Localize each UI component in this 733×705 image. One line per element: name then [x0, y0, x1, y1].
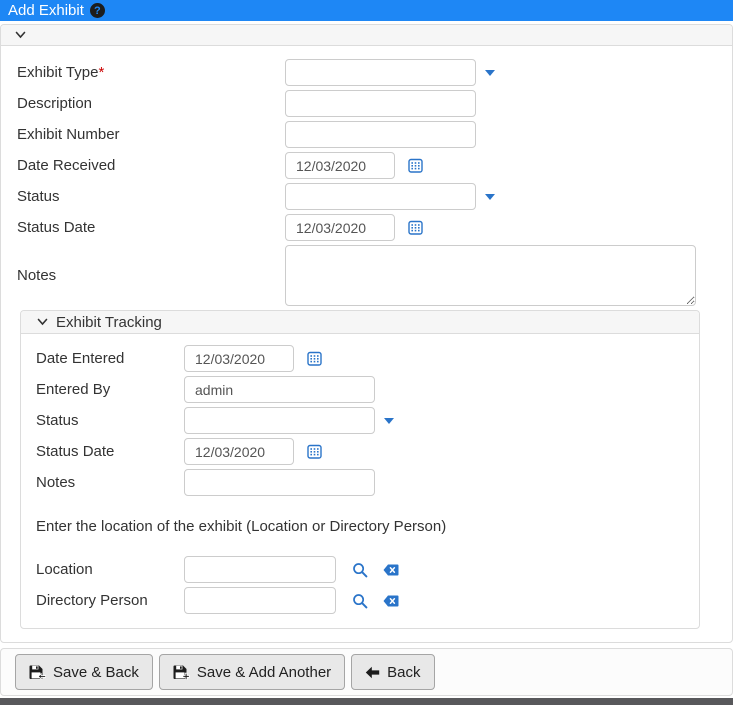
- tracking-status-row: Status: [36, 407, 699, 434]
- entered-by-row: Entered By: [36, 376, 699, 403]
- tracking-notes-input[interactable]: [184, 469, 375, 496]
- date-entered-input[interactable]: [184, 345, 294, 372]
- status-date-label: Status Date: [17, 219, 96, 236]
- chevron-down-icon[interactable]: [37, 318, 48, 326]
- chevron-down-icon[interactable]: [15, 31, 26, 39]
- description-label: Description: [17, 95, 93, 112]
- floppy-save-back-icon: [29, 665, 46, 680]
- search-icon[interactable]: [352, 562, 368, 578]
- directory-person-input[interactable]: [184, 587, 336, 614]
- exhibit-tracking-body: Date Entered Entered By Status: [21, 334, 699, 628]
- backspace-clear-icon[interactable]: [383, 595, 399, 607]
- date-received-input[interactable]: [285, 152, 395, 179]
- exhibit-tracking-collapse-bar[interactable]: Exhibit Tracking: [21, 311, 699, 334]
- calendar-icon[interactable]: [408, 220, 423, 235]
- backspace-clear-icon[interactable]: [383, 564, 399, 576]
- save-and-back-button[interactable]: Save & Back: [15, 654, 153, 690]
- floppy-save-add-icon: [173, 665, 190, 680]
- location-label: Location: [36, 561, 93, 578]
- search-icon[interactable]: [352, 593, 368, 609]
- exhibit-number-row: Exhibit Number: [17, 121, 732, 148]
- exhibit-number-label: Exhibit Number: [17, 126, 120, 143]
- back-button[interactable]: Back: [351, 654, 435, 690]
- exhibit-number-input[interactable]: [285, 121, 476, 148]
- tracking-status-input[interactable]: [184, 407, 375, 434]
- directory-person-row: Directory Person: [36, 587, 699, 614]
- exhibit-type-input[interactable]: [285, 59, 476, 86]
- caret-down-icon[interactable]: [485, 193, 495, 200]
- required-marker: *: [98, 64, 105, 81]
- help-icon[interactable]: ?: [89, 3, 105, 18]
- exhibit-type-label-text: Exhibit Type: [17, 64, 99, 81]
- date-received-label: Date Received: [17, 157, 116, 174]
- entered-by-input[interactable]: [184, 376, 375, 403]
- location-row: Location: [36, 556, 699, 583]
- caret-down-icon[interactable]: [384, 417, 394, 424]
- status-date-input[interactable]: [285, 214, 395, 241]
- tracking-notes-label: Notes: [36, 474, 76, 491]
- status-input[interactable]: [285, 183, 476, 210]
- entered-by-label: Entered By: [36, 381, 111, 398]
- notes-label: Notes: [17, 267, 57, 284]
- back-label: Back: [387, 663, 421, 681]
- notes-row: Notes: [17, 245, 732, 306]
- description-input[interactable]: [285, 90, 476, 117]
- location-input[interactable]: [184, 556, 336, 583]
- tracking-status-date-label: Status Date: [36, 443, 115, 460]
- exhibit-type-row: Exhibit Type*: [17, 59, 732, 86]
- action-button-bar: Save & Back Save & Add Another Back: [0, 648, 733, 696]
- status-date-row: Status Date: [17, 214, 732, 241]
- exhibit-tracking-title: Exhibit Tracking: [56, 313, 162, 331]
- description-row: Description: [17, 90, 732, 117]
- directory-person-label: Directory Person: [36, 592, 148, 609]
- notes-textarea[interactable]: [285, 245, 696, 306]
- arrow-left-icon: [365, 666, 380, 679]
- tracking-notes-row: Notes: [36, 469, 699, 496]
- location-instruction: Enter the location of the exhibit (Locat…: [36, 518, 447, 535]
- add-exhibit-panel: Exhibit Type* Description Exhibit Number…: [0, 24, 733, 643]
- date-entered-label: Date Entered: [36, 350, 125, 367]
- date-entered-row: Date Entered: [36, 345, 699, 372]
- save-and-back-label: Save & Back: [53, 663, 139, 681]
- calendar-icon[interactable]: [307, 351, 322, 366]
- save-and-add-another-label: Save & Add Another: [196, 663, 332, 681]
- page-header: Add Exhibit ?: [0, 0, 733, 21]
- page-title: Add Exhibit: [8, 2, 84, 19]
- tracking-status-date-row: Status Date: [36, 438, 699, 465]
- tracking-status-date-input[interactable]: [184, 438, 294, 465]
- caret-down-icon[interactable]: [485, 69, 495, 76]
- status-label: Status: [17, 188, 60, 205]
- bottom-edge-strip: [0, 698, 733, 705]
- calendar-icon[interactable]: [408, 158, 423, 173]
- add-exhibit-form: Exhibit Type* Description Exhibit Number…: [1, 46, 732, 642]
- calendar-icon[interactable]: [307, 444, 322, 459]
- panel-collapse-bar[interactable]: [1, 25, 732, 46]
- tracking-status-label: Status: [36, 412, 79, 429]
- date-received-row: Date Received: [17, 152, 732, 179]
- exhibit-tracking-panel: Exhibit Tracking Date Entered Entered By: [20, 310, 700, 629]
- exhibit-type-label: Exhibit Type*: [17, 64, 285, 81]
- status-row: Status: [17, 183, 732, 210]
- save-and-add-another-button[interactable]: Save & Add Another: [158, 654, 346, 690]
